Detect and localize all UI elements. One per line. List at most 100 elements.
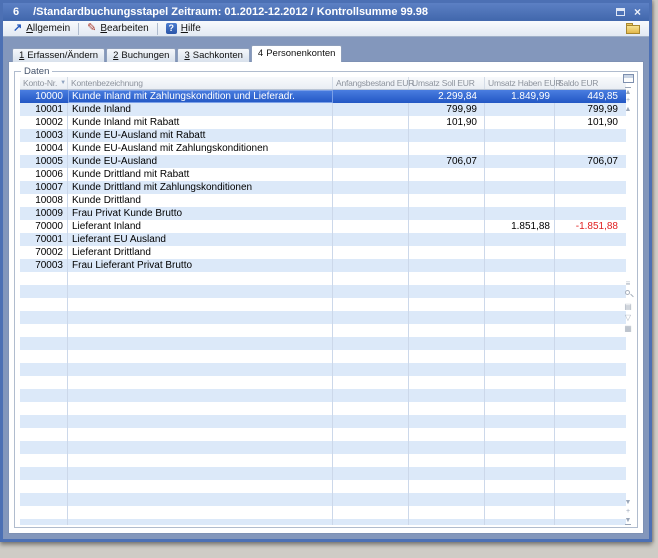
table-row[interactable] (20, 337, 626, 350)
filter-icon[interactable]: ▽ (625, 312, 631, 323)
cell-saldo (555, 194, 626, 207)
card-view-icon[interactable]: ▤ (624, 301, 632, 312)
cell-konto: 10000 (20, 90, 68, 103)
cell-konto (20, 402, 68, 415)
table-row[interactable]: 10007 Kunde Drittland mit Zahlungskondit… (20, 181, 626, 194)
tab[interactable]: 1Erfassen/Ändern (12, 48, 105, 62)
cell-umsatz-haben (485, 142, 555, 155)
table-row[interactable]: 10002 Kunde Inland mit Rabatt 101,90 101… (20, 116, 626, 129)
close-button[interactable]: × (630, 6, 645, 19)
toolbar-separator (78, 23, 79, 35)
table-row[interactable] (20, 363, 626, 376)
column-header-saldo[interactable]: Saldo EUR (555, 77, 626, 89)
table-row[interactable] (20, 493, 626, 506)
cell-konto: 10003 (20, 129, 68, 142)
table-row[interactable] (20, 454, 626, 467)
table-row[interactable]: 10001 Kunde Inland 799,99 799,99 (20, 103, 626, 116)
sort-icon[interactable]: ▼ (60, 80, 66, 86)
cell-anfangsbestand (333, 246, 409, 259)
tab[interactable]: 4Personenkonten (251, 45, 343, 62)
column-header-umsatz-haben[interactable]: Umsatz Haben EUR (485, 77, 555, 89)
scroll-to-bottom-icon[interactable]: ▼ (625, 516, 632, 525)
table-row[interactable] (20, 441, 626, 454)
table-row[interactable] (20, 519, 626, 532)
table-row[interactable]: 10000 Kunde Inland mit Zahlungskondition… (20, 90, 626, 103)
cell-anfangsbestand (333, 350, 409, 363)
cell-bezeichnung: Frau Privat Kunde Brutto (68, 207, 333, 220)
table-row[interactable] (20, 415, 626, 428)
cell-umsatz-soll: 706,07 (409, 155, 485, 168)
help-icon: ? (166, 23, 177, 34)
cell-anfangsbestand (333, 415, 409, 428)
table-row[interactable] (20, 285, 626, 298)
tab[interactable]: 3Sachkonten (177, 48, 249, 62)
table-row[interactable]: 70001 Lieferant EU Ausland (20, 233, 626, 246)
table-row[interactable]: 10009 Frau Privat Kunde Brutto (20, 207, 626, 220)
column-header-anfangsbestand[interactable]: Anfangsbestand EUR (333, 77, 409, 89)
cell-bezeichnung: Lieferant EU Ausland (68, 233, 333, 246)
cell-anfangsbestand (333, 454, 409, 467)
table-row[interactable] (20, 272, 626, 285)
restore-button[interactable] (613, 6, 628, 19)
cell-saldo (555, 168, 626, 181)
table-row[interactable] (20, 324, 626, 337)
hilfe-button[interactable]: ? Hilfe (160, 22, 207, 36)
titlebar[interactable]: 6 /Standardbuchungsstapel Zeitraum: 01.2… (3, 3, 649, 21)
allgemein-button[interactable]: ↗ Allgemein (7, 22, 76, 36)
search-icon[interactable] (624, 290, 633, 300)
cell-umsatz-haben (485, 116, 555, 129)
position-marker-icon[interactable]: + (626, 507, 630, 516)
table-row[interactable]: 70002 Lieferant Drittland (20, 246, 626, 259)
bearbeiten-label: Bearbeiten (100, 23, 148, 34)
tab-label: Personenkonten (266, 48, 335, 59)
cell-bezeichnung (68, 454, 333, 467)
cell-saldo (555, 181, 626, 194)
print-icon[interactable]: ▦ (624, 323, 632, 334)
cell-konto: 10002 (20, 116, 68, 129)
cell-umsatz-haben (485, 389, 555, 402)
table-row[interactable]: 10006 Kunde Drittland mit Rabatt (20, 168, 626, 181)
cell-umsatz-soll: 799,99 (409, 103, 485, 116)
cell-bezeichnung: Kunde Drittland mit Zahlungskonditionen (68, 181, 333, 194)
position-marker-icon[interactable]: + (626, 96, 630, 105)
column-header-kontenbezeichnung[interactable]: Kontenbezeichnung (68, 77, 333, 89)
cell-umsatz-soll (409, 168, 485, 181)
list-icon[interactable]: ≡ (626, 278, 631, 289)
cell-saldo (555, 480, 626, 493)
table-row[interactable]: 10008 Kunde Drittland (20, 194, 626, 207)
table-row[interactable] (20, 428, 626, 441)
cell-konto (20, 480, 68, 493)
table-row[interactable]: 70000 Lieferant Inland 1.851,88 -1.851,8… (20, 220, 626, 233)
scroll-up-icon[interactable]: ▲ (625, 105, 632, 114)
column-settings-icon[interactable] (623, 74, 634, 83)
cell-bezeichnung (68, 415, 333, 428)
cell-umsatz-haben (485, 311, 555, 324)
bearbeiten-button[interactable]: ✎ Bearbeiten (81, 22, 155, 36)
table-row[interactable] (20, 467, 626, 480)
table-row[interactable] (20, 480, 626, 493)
cell-saldo (555, 285, 626, 298)
folder-icon[interactable] (626, 23, 641, 34)
cell-umsatz-haben (485, 285, 555, 298)
cell-umsatz-soll (409, 376, 485, 389)
tab[interactable]: 2Buchungen (106, 48, 176, 62)
scroll-to-top-icon[interactable]: ▲ (625, 87, 632, 96)
table-row[interactable] (20, 376, 626, 389)
table-row[interactable] (20, 298, 626, 311)
table-row[interactable]: 10003 Kunde EU-Ausland mit Rabatt (20, 129, 626, 142)
table-row[interactable] (20, 506, 626, 519)
cell-saldo (555, 363, 626, 376)
table-row[interactable] (20, 389, 626, 402)
table-row[interactable] (20, 532, 626, 545)
column-header-umsatz-soll[interactable]: Umsatz Soll EUR (409, 77, 485, 89)
table-row[interactable] (20, 311, 626, 324)
table-row[interactable] (20, 402, 626, 415)
table-row[interactable]: 10004 Kunde EU-Ausland mit Zahlungskondi… (20, 142, 626, 155)
table-row[interactable] (20, 545, 626, 558)
column-header-konto[interactable]: Konto-Nr. ▼ (20, 77, 68, 89)
tab-number: 2 (113, 50, 118, 61)
table-row[interactable] (20, 350, 626, 363)
table-row[interactable]: 70003 Frau Lieferant Privat Brutto (20, 259, 626, 272)
table-row[interactable]: 10005 Kunde EU-Ausland 706,07 706,07 (20, 155, 626, 168)
scroll-down-icon[interactable]: ▼ (625, 498, 632, 507)
